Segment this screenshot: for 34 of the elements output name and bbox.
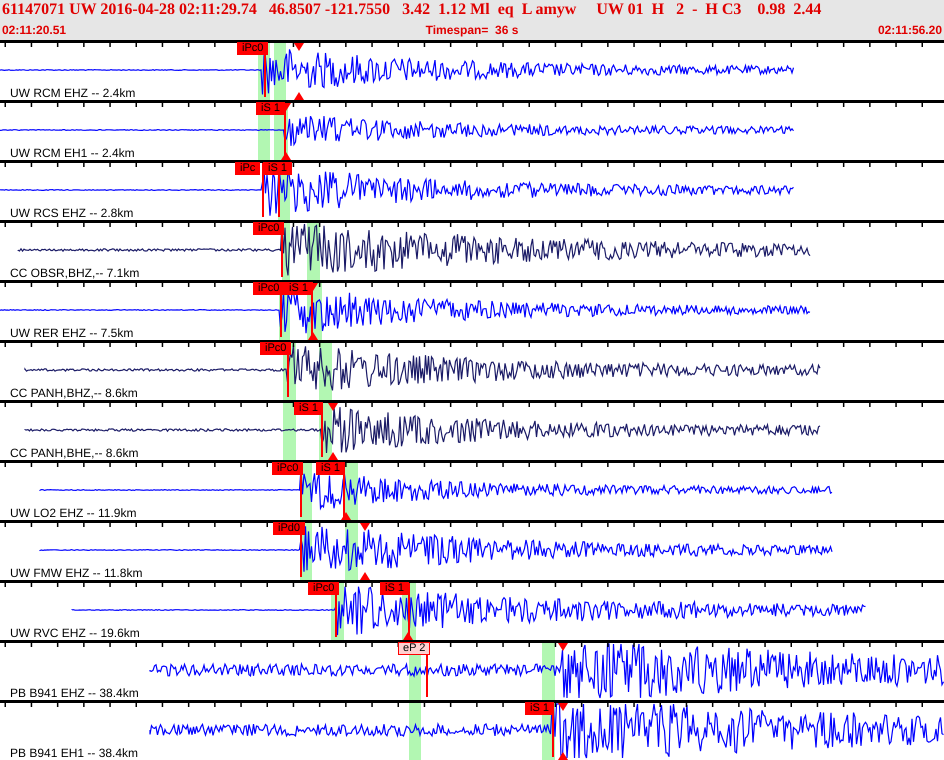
station-label: UW LO2 EHZ -- 11.9km <box>10 507 136 520</box>
station-label: PB B941 EHZ -- 38.4km <box>10 687 139 700</box>
pick-label[interactable]: iPc <box>235 162 260 175</box>
pick-label[interactable]: eP 2 <box>398 642 430 655</box>
pick-window <box>542 643 555 700</box>
pick-label[interactable]: iS 1 <box>380 582 409 595</box>
end-time: 02:11:56.20 <box>878 23 942 37</box>
pick-label[interactable]: iS 1 <box>316 462 345 475</box>
pick-label[interactable]: iPc0 <box>253 282 284 295</box>
pick-label[interactable]: iPc0 <box>253 222 284 235</box>
event-summary: 61147071 UW 2016-04-28 02:11:29.74 46.8507 -121.7550 3.42 1.12 Ml eq L amyw UW 01 H 2 - H C3 0.98 2.44 <box>1 0 822 20</box>
pick-label[interactable]: iPc0 <box>260 342 292 355</box>
station-label: UW RCM EHZ -- 2.4km <box>10 87 136 100</box>
pick-label[interactable]: iS 1 <box>263 162 292 175</box>
station-label: UW RCS EHZ -- 2.8km <box>10 207 134 220</box>
pick-marker-icon <box>558 752 568 760</box>
pick-label[interactable]: iPc0 <box>308 582 340 595</box>
pick-label[interactable]: iPc0 <box>237 42 268 55</box>
pick-label[interactable]: iPc0 <box>272 462 304 475</box>
pick-label[interactable]: iS 1 <box>294 402 323 415</box>
station-label: UW RVC EHZ -- 19.6km <box>10 627 140 640</box>
station-label: CC PANH,BHZ,-- 8.6km <box>10 387 138 400</box>
station-label: CC PANH,BHE,-- 8.6km <box>10 447 138 460</box>
pick-label[interactable]: iS 1 <box>525 702 554 715</box>
station-label: UW RER EHZ -- 7.5km <box>10 327 134 340</box>
pick-label[interactable]: iPd0 <box>273 522 306 535</box>
station-label: UW FMW EHZ -- 11.8km <box>10 567 142 580</box>
station-label: UW RCM EH1 -- 2.4km <box>10 147 135 160</box>
pick-window <box>409 703 421 760</box>
station-label: PB B941 EH1 -- 38.4km <box>10 747 138 760</box>
station-label: CC OBSR,BHZ,-- 7.1km <box>10 267 140 280</box>
pick-window <box>283 403 296 460</box>
start-time: 02:11:20.51 <box>2 23 66 37</box>
timespan: Timespan= 36 s <box>426 23 518 37</box>
